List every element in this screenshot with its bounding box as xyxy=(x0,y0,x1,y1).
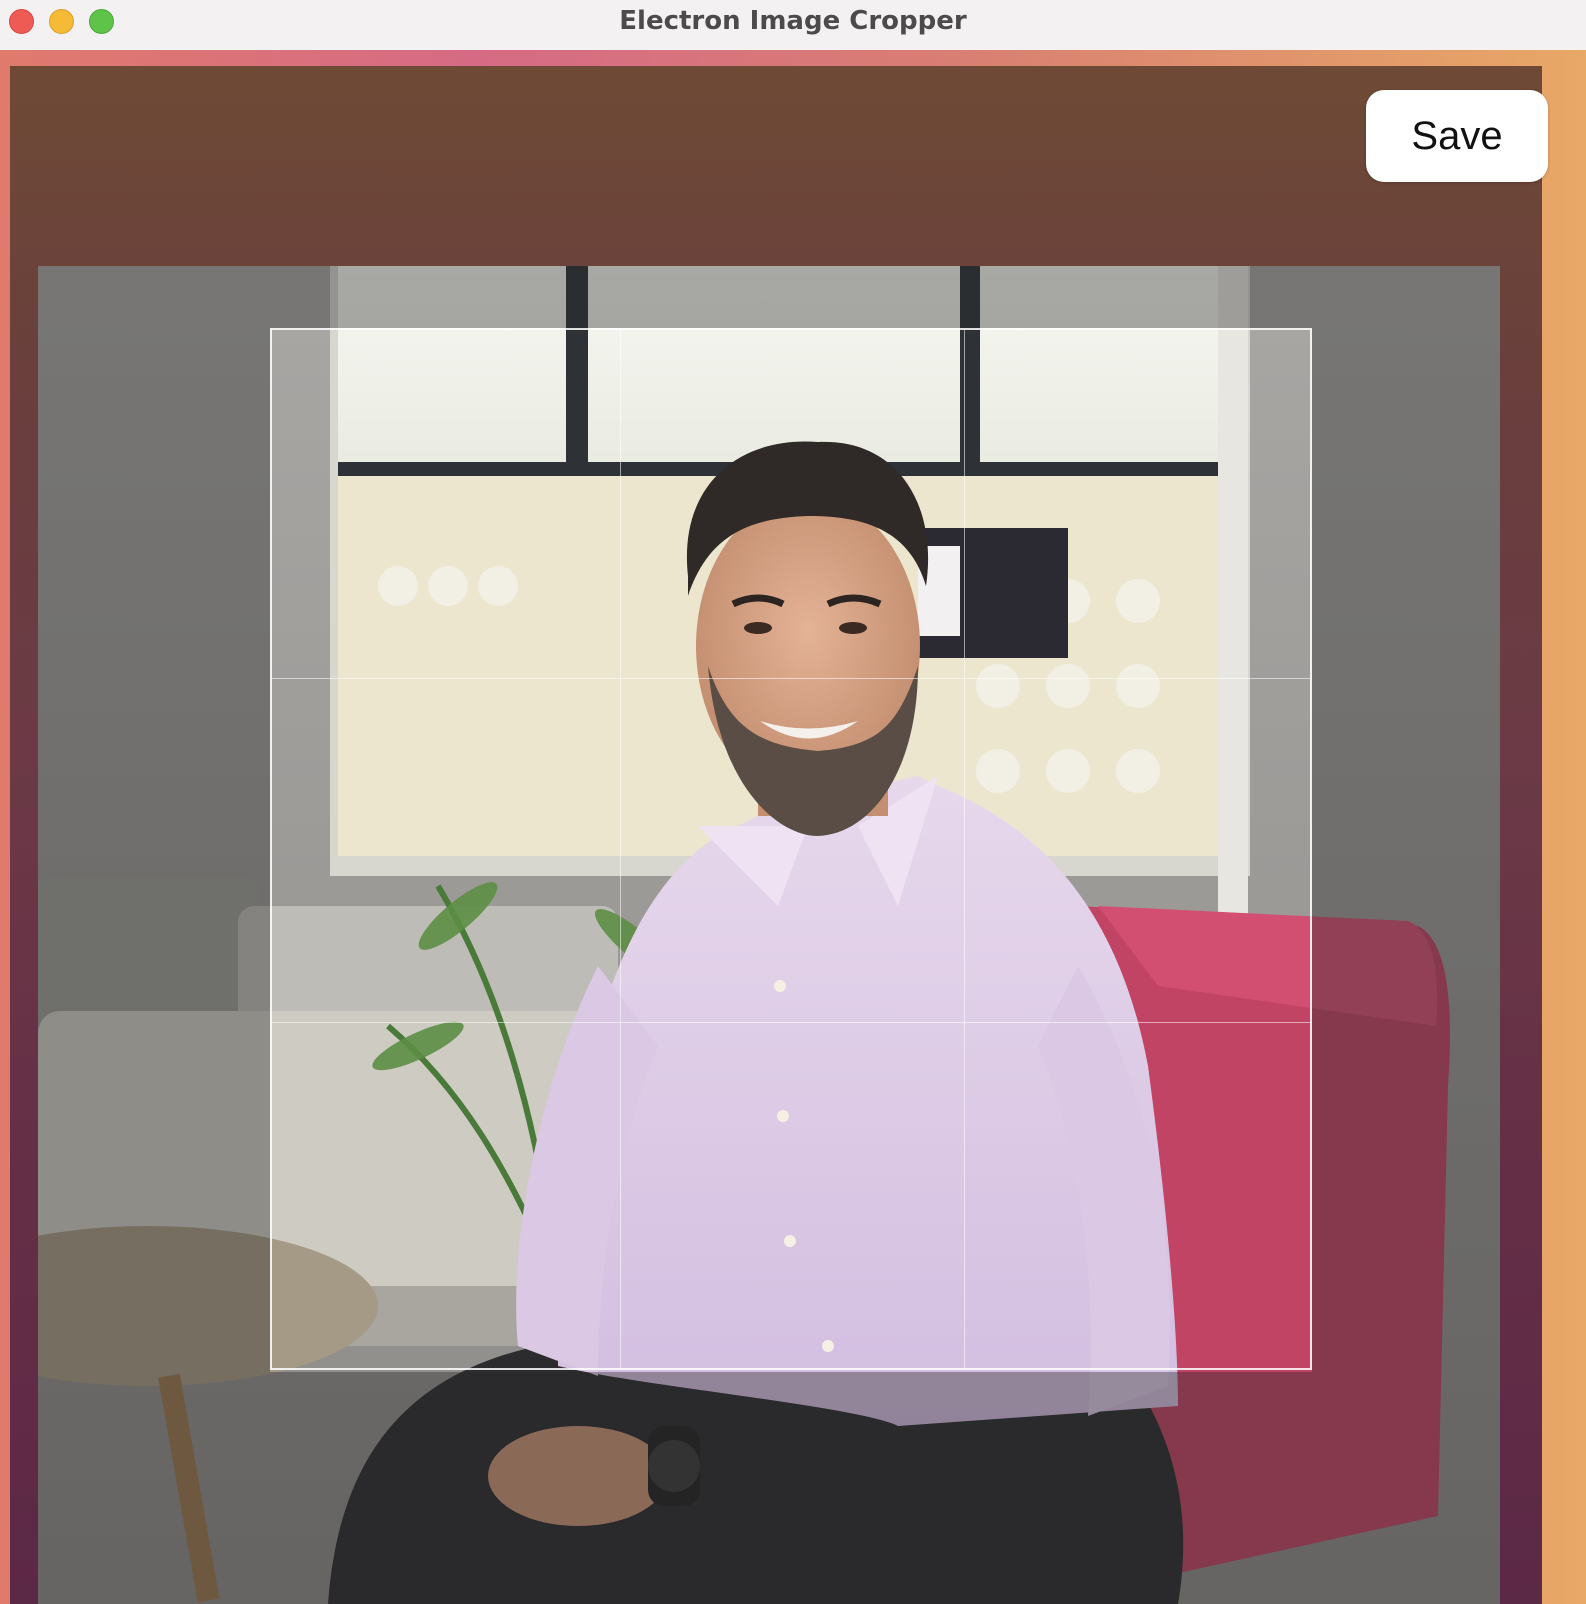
crop-grid-line xyxy=(964,330,965,1368)
crop-grid-line xyxy=(272,1022,1310,1023)
crop-grid-line xyxy=(620,330,621,1368)
save-button[interactable]: Save xyxy=(1366,90,1548,182)
crop-grid-line xyxy=(272,678,1310,679)
crop-selection[interactable] xyxy=(270,328,1312,1370)
window-title: Electron Image Cropper xyxy=(619,6,967,36)
title-bar[interactable]: Electron Image Cropper xyxy=(0,0,1586,51)
app-window: Electron Image Cropper Save xyxy=(0,0,1586,1604)
